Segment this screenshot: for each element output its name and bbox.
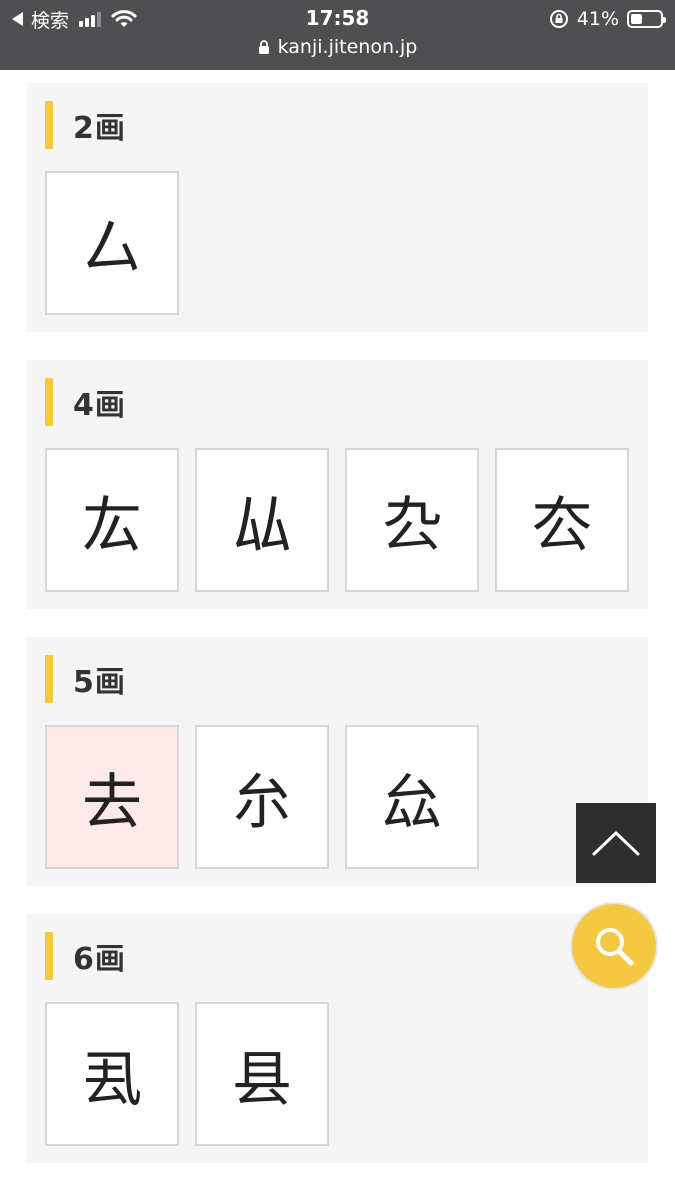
heading-accent-bar: [45, 655, 53, 703]
search-button[interactable]: [572, 904, 656, 988]
lock-icon: [258, 40, 269, 54]
kanji-tile[interactable]: 厽: [345, 725, 479, 869]
rotation-lock-icon: [549, 10, 568, 28]
kanji-tile-list: 厶: [45, 171, 179, 315]
battery-fill: [631, 14, 642, 24]
kanji-tile[interactable]: 厶: [45, 171, 179, 315]
kanji-tile-list: 去 厼 厽: [45, 725, 479, 869]
section-title: 5画: [73, 665, 126, 700]
kanji-tile-list: 厷 厸 厹 厺: [45, 448, 629, 592]
section-heading: 2画: [45, 101, 126, 149]
heading-accent-bar: [45, 378, 53, 426]
heading-accent-bar: [45, 101, 53, 149]
battery-icon: [627, 10, 666, 28]
battery-cap: [663, 17, 666, 23]
scroll-to-top-button[interactable]: [576, 803, 656, 883]
heading-accent-bar: [45, 932, 53, 980]
address-bar[interactable]: kanji.jitenon.jp: [0, 36, 675, 58]
kanji-tile[interactable]: 厹: [345, 448, 479, 592]
stroke-section-4: 4画 厷 厸 厹 厺: [27, 360, 648, 609]
kanji-tile-list: 厾 县: [45, 1002, 329, 1146]
search-icon: [596, 928, 634, 966]
kanji-tile-current[interactable]: 去: [45, 725, 179, 869]
stroke-section-5: 5画 去 厼 厽: [27, 637, 648, 886]
stroke-section-2: 2画 厶: [27, 83, 648, 332]
section-title: 2画: [73, 111, 126, 146]
battery-percent: 41%: [576, 8, 619, 30]
kanji-tile[interactable]: 厸: [195, 448, 329, 592]
section-heading: 6画: [45, 932, 126, 980]
section-heading: 5画: [45, 655, 126, 703]
kanji-tile[interactable]: 厷: [45, 448, 179, 592]
section-title: 6画: [73, 942, 126, 977]
section-title: 4画: [73, 388, 126, 423]
kanji-tile[interactable]: 县: [195, 1002, 329, 1146]
kanji-tile[interactable]: 厾: [45, 1002, 179, 1146]
status-right: 41%: [549, 6, 666, 32]
stroke-section-6: 6画 厾 县: [27, 914, 648, 1163]
url-text[interactable]: kanji.jitenon.jp: [278, 36, 418, 58]
kanji-tile[interactable]: 厼: [195, 725, 329, 869]
browser-top-bar: 検索 17:58 41% kanji.jitenon.jp: [0, 0, 675, 70]
section-heading: 4画: [45, 378, 126, 426]
kanji-tile[interactable]: 厺: [495, 448, 629, 592]
chevron-up-icon: [592, 831, 640, 856]
